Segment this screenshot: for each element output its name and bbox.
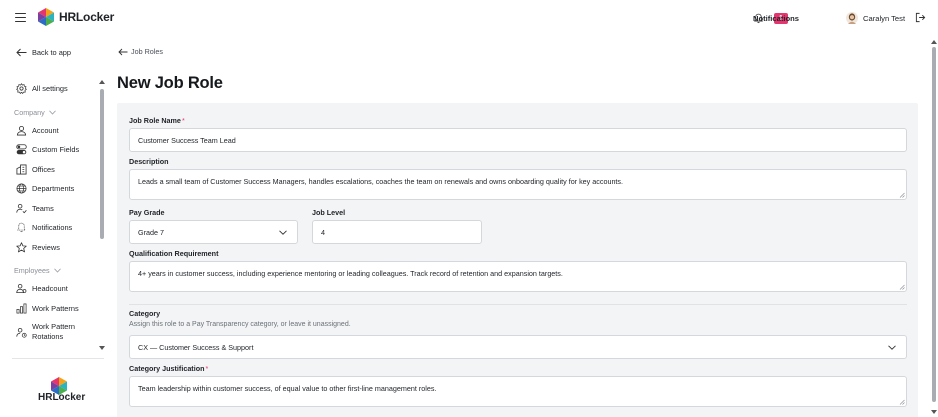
team-icon (16, 203, 27, 214)
section-divider (129, 304, 907, 305)
sidebar-item-offices[interactable]: Offices (16, 164, 55, 175)
category-justification-textarea[interactable]: Team leadership within customer success,… (129, 376, 907, 407)
building-icon (16, 164, 27, 175)
sidebar-item-label: Departments (32, 183, 75, 193)
back-to-app-label: Back to app (32, 48, 72, 57)
qualification-requirement-label: Qualification Requirement (129, 249, 219, 258)
sidebar-item-work-pattern-rotations[interactable]: Work Pattern Rotations (16, 322, 84, 341)
arrow-left-icon (118, 48, 128, 55)
avatar (846, 12, 858, 24)
pay-grade-select[interactable]: Grade 7 (129, 220, 298, 244)
resize-handle-icon[interactable] (899, 192, 905, 198)
star-icon (16, 242, 27, 253)
chevron-down-icon (279, 229, 287, 235)
required-marker: * (181, 116, 185, 125)
sidebar-item-label: Teams (32, 203, 54, 213)
job-level-label: Job Level (312, 208, 346, 217)
sidebar-item-label: Account (32, 125, 59, 135)
sidebar-item-label: Custom Fields (32, 144, 80, 154)
bar-chart-icon (16, 303, 27, 314)
hamburger-icon[interactable] (15, 12, 27, 23)
company-group-header[interactable]: Company (14, 108, 56, 117)
group-header-label: Employees (14, 266, 50, 275)
sidebar-item-label: Work Pattern Rotations (32, 322, 75, 341)
description-textarea[interactable]: Leads a small team of Customer Success M… (129, 169, 907, 200)
settings-sidebar: Back to app All settings Company Account (0, 36, 108, 417)
user-name: Caralyn Test (863, 13, 906, 23)
pay-grade-label: Pay Grade (129, 208, 165, 217)
sidebar-item-teams[interactable]: Teams (16, 203, 54, 214)
resize-handle-icon[interactable] (899, 399, 905, 405)
sidebar-item-account[interactable]: Account (16, 125, 59, 136)
toggle-icon (16, 144, 27, 155)
arrow-left-icon (16, 48, 27, 57)
chevron-down-icon (48, 110, 56, 115)
job-role-name-input[interactable]: Customer Success Team Lead (129, 128, 907, 152)
sidebar-item-label: Offices (32, 164, 55, 174)
group-header-label: Company (14, 108, 45, 117)
category-label: Category (129, 309, 161, 318)
employees-group-header[interactable]: Employees (14, 266, 61, 275)
qualification-text: 4+ years in customer success, including … (138, 269, 563, 278)
category-help-text: Assign this role to a Pay Transparency c… (129, 321, 351, 328)
globe-icon (16, 183, 27, 194)
sidebar-item-headcount[interactable]: Headcount (16, 283, 68, 294)
notifications-label: Notifications (753, 13, 799, 23)
justification-text: Team leadership within customer success,… (138, 384, 437, 393)
sidebar-item-notifications[interactable]: Notifications (16, 222, 72, 233)
category-select[interactable]: CX — Customer Success & Support (129, 335, 907, 359)
sidebar-scrollbar-thumb[interactable] (100, 89, 104, 239)
required-marker: * (205, 364, 209, 373)
brand-name-footer: HRLocker (38, 392, 86, 403)
sidebar-item-all-settings[interactable]: All settings (16, 83, 68, 94)
sidebar-item-reviews[interactable]: Reviews (16, 242, 60, 253)
sidebar-scroll-down-arrow[interactable] (99, 346, 105, 350)
page-scroll-down-arrow[interactable] (931, 410, 937, 414)
category-justification-label: Category Justification* (129, 364, 209, 373)
breadcrumb[interactable]: Job Roles (118, 47, 163, 56)
user-icon (16, 125, 27, 136)
sidebar-divider (12, 358, 104, 359)
user-menu[interactable]: Caralyn Test (846, 10, 905, 26)
page-title: New Job Role (117, 74, 223, 92)
chevron-down-icon (53, 268, 61, 273)
job-role-form: Job Role Name* Customer Success Team Lea… (117, 103, 918, 417)
sidebar-item-label: Headcount (32, 283, 68, 293)
breadcrumb-job-roles: Job Roles (131, 47, 163, 56)
brand-name: HRLocker (59, 10, 115, 24)
description-label: Description (129, 157, 169, 166)
sidebar-scroll-up-arrow[interactable] (99, 80, 105, 84)
main-content: Job Roles New Job Role Job Role Name* Cu… (108, 36, 928, 417)
gear-icon (16, 83, 27, 94)
notifications-button[interactable]: Notifications 1 (753, 10, 799, 26)
pay-grade-value: Grade 7 (138, 227, 164, 237)
back-to-app-link[interactable]: Back to app (16, 48, 71, 57)
job-level-input[interactable]: 4 (312, 220, 482, 244)
hrlocker-logo-icon[interactable] (36, 7, 56, 27)
sidebar-item-departments[interactable]: Departments (16, 183, 74, 194)
page-scrollbar-thumb[interactable] (932, 47, 936, 402)
bell-outline-icon (17, 222, 26, 233)
resize-handle-icon[interactable] (899, 284, 905, 290)
sidebar-nav[interactable]: All settings Company Account Custom Fiel… (0, 80, 98, 350)
chevron-down-icon (888, 344, 896, 350)
description-text: Leads a small team of Customer Success M… (138, 177, 624, 186)
logout-icon[interactable] (915, 12, 926, 23)
page-scroll-up-arrow[interactable] (931, 40, 937, 44)
people-icon (16, 283, 27, 294)
job-role-name-label: Job Role Name* (129, 116, 185, 125)
sidebar-item-custom-fields[interactable]: Custom Fields (16, 144, 79, 155)
sidebar-item-label: Reviews (32, 242, 60, 252)
top-bar: HRLocker Notifications 1 Caralyn Test (0, 0, 938, 36)
qualification-requirement-textarea[interactable]: 4+ years in customer success, including … (129, 261, 907, 292)
sidebar-item-work-patterns[interactable]: Work Patterns (16, 303, 79, 314)
rotation-icon (16, 327, 27, 338)
sidebar-item-label: Notifications (32, 222, 73, 232)
sidebar-item-label: Work Patterns (32, 303, 79, 313)
sidebar-item-label: All settings (32, 83, 68, 93)
category-value: CX — Customer Success & Support (138, 342, 254, 352)
